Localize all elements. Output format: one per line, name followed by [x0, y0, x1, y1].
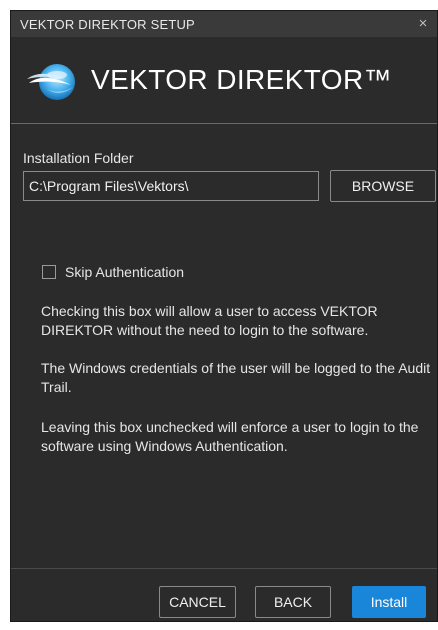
cancel-button[interactable]: CANCEL — [159, 586, 236, 618]
footer-divider — [11, 568, 437, 569]
installation-folder-input[interactable] — [23, 171, 319, 201]
description-paragraph: Leaving this box unchecked will enforce … — [41, 419, 419, 454]
skip-authentication-option[interactable]: Skip Authentication — [42, 263, 184, 281]
install-button[interactable]: Install — [352, 586, 426, 618]
skip-authentication-checkbox[interactable] — [42, 265, 56, 279]
window-title: VEKTOR DIREKTOR SETUP — [20, 17, 195, 32]
back-button[interactable]: BACK — [255, 586, 331, 618]
installation-folder-label: Installation Folder — [23, 150, 134, 166]
vektor-logo-icon — [27, 64, 75, 100]
description-paragraph: Checking this box will allow a user to a… — [41, 303, 378, 338]
skip-authentication-label[interactable]: Skip Authentication — [65, 264, 184, 280]
setup-window: VEKTOR DIREKTOR SETUP × VEKTOR DIREKTOR™… — [10, 10, 438, 622]
browse-button[interactable]: BROWSE — [330, 170, 436, 202]
header-divider — [11, 123, 437, 124]
description-paragraph: The Windows credentials of the user will… — [41, 360, 431, 395]
close-icon[interactable]: × — [409, 11, 437, 37]
title-bar: VEKTOR DIREKTOR SETUP × — [11, 11, 437, 37]
product-title: VEKTOR DIREKTOR™ — [91, 64, 392, 95]
